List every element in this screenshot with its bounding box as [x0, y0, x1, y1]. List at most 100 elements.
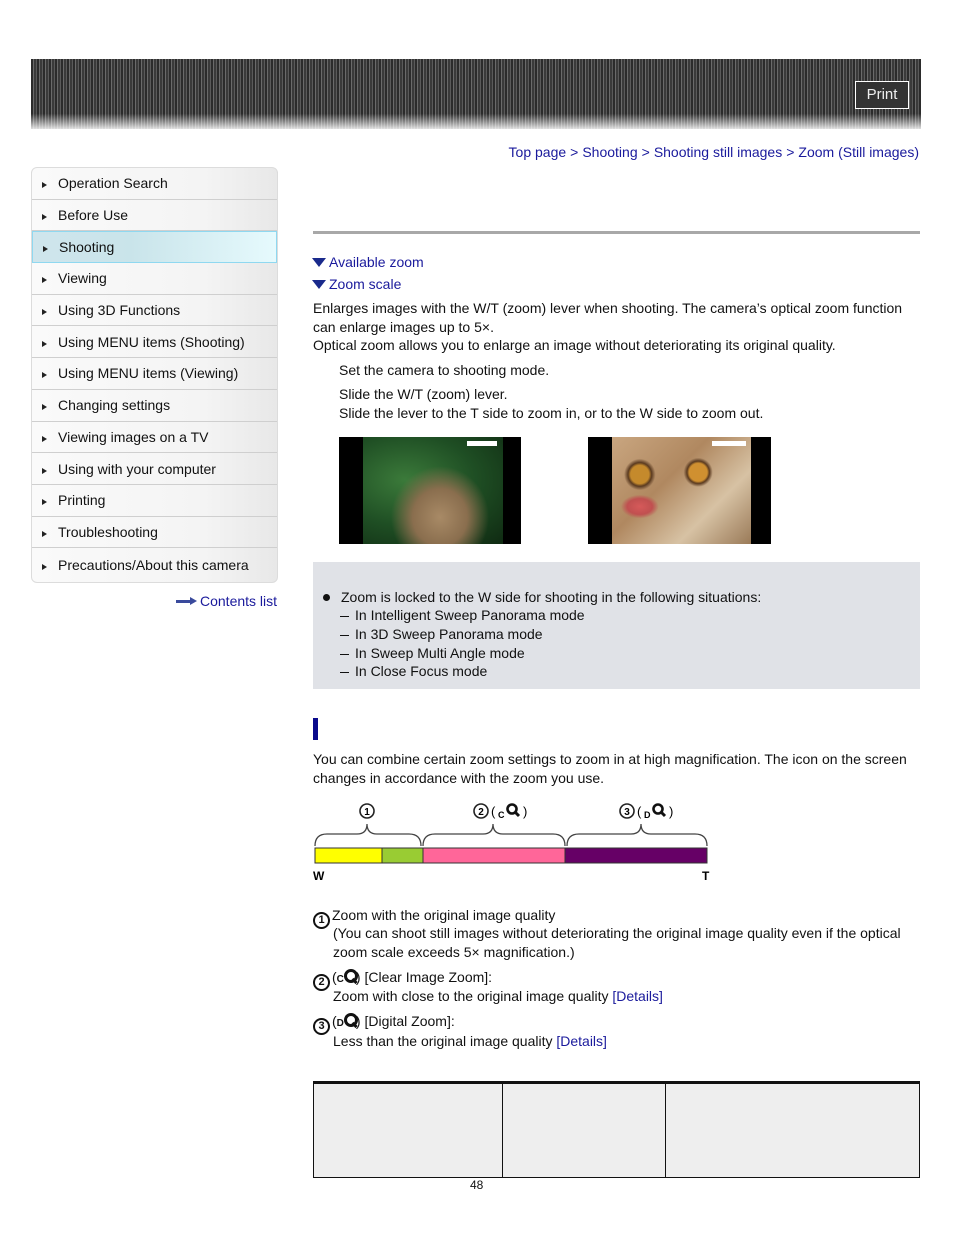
magnifier-icon — [652, 803, 667, 818]
breadcrumb-separator: > — [786, 144, 795, 160]
clear-zoom-letter: C — [336, 974, 344, 985]
table-row — [313, 1082, 920, 1178]
zoom-scale-diagram: 1 2 ( C ) 3 ( D ) W T — [313, 803, 710, 883]
intro-line-1: Enlarges images with the W/T (zoom) leve… — [313, 300, 903, 316]
legend-1-detail-2: zoom scale exceeds 5× magnification.) — [333, 944, 575, 960]
anchor-available-zoom[interactable]: Available zoom — [312, 254, 424, 270]
triangle-right-icon — [43, 246, 48, 253]
table-cell — [502, 1082, 666, 1178]
cat-photo-wide — [339, 437, 521, 544]
contents-list-link[interactable]: Contents list — [176, 593, 277, 609]
label-2: 2 — [478, 807, 484, 818]
breadcrumb-top-page[interactable]: Top page — [509, 144, 567, 160]
sidebar-item-before-use[interactable]: Before Use — [32, 200, 277, 232]
sidebar-item-menu-shooting[interactable]: Using MENU items (Shooting) — [32, 326, 277, 359]
print-button[interactable]: Print — [855, 81, 909, 109]
sidebar-item-using-computer[interactable]: Using with your computer — [32, 453, 277, 485]
note-item: In Intelligent Sweep Panorama mode — [340, 607, 585, 623]
bullet-icon — [323, 593, 330, 601]
step-2-detail: Slide the lever to the T side to zoom in… — [339, 405, 764, 421]
triangle-right-icon — [42, 309, 47, 316]
circle-2-icon: 2 — [313, 974, 330, 991]
breadcrumb-separator: > — [641, 144, 650, 160]
sidebar-item-changing-settings[interactable]: Changing settings — [32, 390, 277, 422]
magnifier-icon — [343, 969, 358, 983]
magnifier-icon — [343, 1013, 358, 1027]
sidebar-item-label: Printing — [58, 492, 106, 509]
note-item: In Close Focus mode — [340, 663, 487, 679]
sidebar-item-label: Viewing — [58, 270, 107, 287]
digital-zoom-letter: D — [336, 1018, 344, 1029]
zoom-indicator-bar — [712, 441, 746, 446]
triangle-right-icon — [42, 404, 47, 411]
sidebar-item-using-3d-functions[interactable]: Using 3D Functions — [32, 295, 277, 327]
breadcrumb: Top page > Shooting > Shooting still images >… — [509, 144, 919, 160]
section-text-1: You can combine certain zoom settings to… — [313, 751, 907, 767]
intro-line-3: Optical zoom allows you to enlarge an im… — [313, 337, 836, 353]
sidebar-item-viewing[interactable]: Viewing — [32, 263, 277, 295]
sidebar-item-label: Using with your computer — [58, 460, 216, 477]
note-box: Zoom is locked to the W side for shootin… — [313, 562, 920, 689]
triangle-right-icon — [42, 530, 47, 537]
paren-open: ( — [491, 804, 496, 819]
t-label: T — [702, 869, 710, 883]
w-label: W — [313, 869, 325, 883]
anchor-zoom-scale[interactable]: Zoom scale — [312, 276, 401, 292]
dash-icon — [340, 671, 349, 673]
note-bullet: Zoom is locked to the W side for shootin… — [323, 589, 761, 605]
segment-digital-zoom — [564, 847, 708, 864]
brace-1 — [314, 823, 422, 847]
step-2: Slide the W/T (zoom) lever. — [339, 386, 508, 402]
sidebar-item-label: Operation Search — [58, 175, 168, 192]
title-divider — [313, 231, 920, 234]
header-banner — [31, 59, 921, 129]
zoom-indicator-bar — [467, 441, 497, 446]
note-item-text: In 3D Sweep Panorama mode — [355, 626, 543, 642]
label-1: 1 — [364, 807, 370, 818]
triangle-right-icon — [42, 435, 47, 442]
breadcrumb-shooting-still-images[interactable]: Shooting still images — [654, 144, 782, 160]
sidebar-item-troubleshooting[interactable]: Troubleshooting — [32, 517, 277, 549]
legend-detail-text: Zoom with close to the original image qu… — [333, 988, 609, 1004]
breadcrumb-shooting[interactable]: Shooting — [582, 144, 637, 160]
segment-smart-zoom — [381, 847, 424, 864]
legend-title: Zoom with the original image quality — [332, 907, 556, 923]
brace-3 — [566, 823, 708, 847]
legend-3-detail: Less than the original image quality [De… — [333, 1032, 607, 1051]
contents-list-label: Contents list — [200, 593, 278, 609]
legend-1-detail-1: (You can shoot still images without dete… — [333, 925, 901, 941]
triangle-down-icon — [312, 279, 326, 289]
circle-3-icon: 3 — [313, 1018, 330, 1035]
sidebar-item-printing[interactable]: Printing — [32, 485, 277, 517]
legend-2-detail: Zoom with close to the original image qu… — [333, 987, 663, 1006]
sidebar-item-label: Using 3D Functions — [58, 302, 181, 319]
paren-open: ( — [637, 804, 642, 819]
sidebar-item-precautions[interactable]: Precautions/About this camera — [32, 548, 277, 582]
cat-image — [363, 437, 503, 544]
sidebar-item-shooting[interactable]: Shooting — [32, 231, 277, 264]
dash-icon — [340, 615, 349, 617]
triangle-down-icon — [312, 257, 326, 267]
sidebar-item-viewing-on-tv[interactable]: Viewing images on a TV — [32, 422, 277, 454]
magnifier-icon — [506, 803, 521, 818]
step-1: Set the camera to shooting mode. — [339, 362, 550, 378]
triangle-right-icon — [42, 182, 47, 189]
paren-close: ) — [523, 804, 527, 819]
brace-2 — [422, 823, 566, 847]
cat-image — [612, 437, 751, 544]
segment-clear-image-zoom — [422, 847, 566, 864]
legend-detail-text: Less than the original image quality — [333, 1033, 553, 1049]
zoom-table — [313, 1081, 920, 1178]
sidebar-item-label: Viewing images on a TV — [58, 428, 209, 445]
details-link[interactable]: [Details] — [556, 1033, 607, 1049]
sidebar-item-operation-search[interactable]: Operation Search — [32, 168, 277, 200]
dash-icon — [340, 634, 349, 636]
legend-title: [Clear Image Zoom]: — [364, 969, 493, 985]
sidebar-item-menu-viewing[interactable]: Using MENU items (Viewing) — [32, 358, 277, 390]
anchor-label: Available zoom — [329, 254, 424, 270]
table-cell — [313, 1082, 503, 1178]
breadcrumb-separator: > — [570, 144, 579, 160]
breadcrumb-zoom-still-images[interactable]: Zoom (Still images) — [798, 144, 919, 160]
page-number: 48 — [470, 1178, 484, 1192]
details-link[interactable]: [Details] — [612, 988, 663, 1004]
